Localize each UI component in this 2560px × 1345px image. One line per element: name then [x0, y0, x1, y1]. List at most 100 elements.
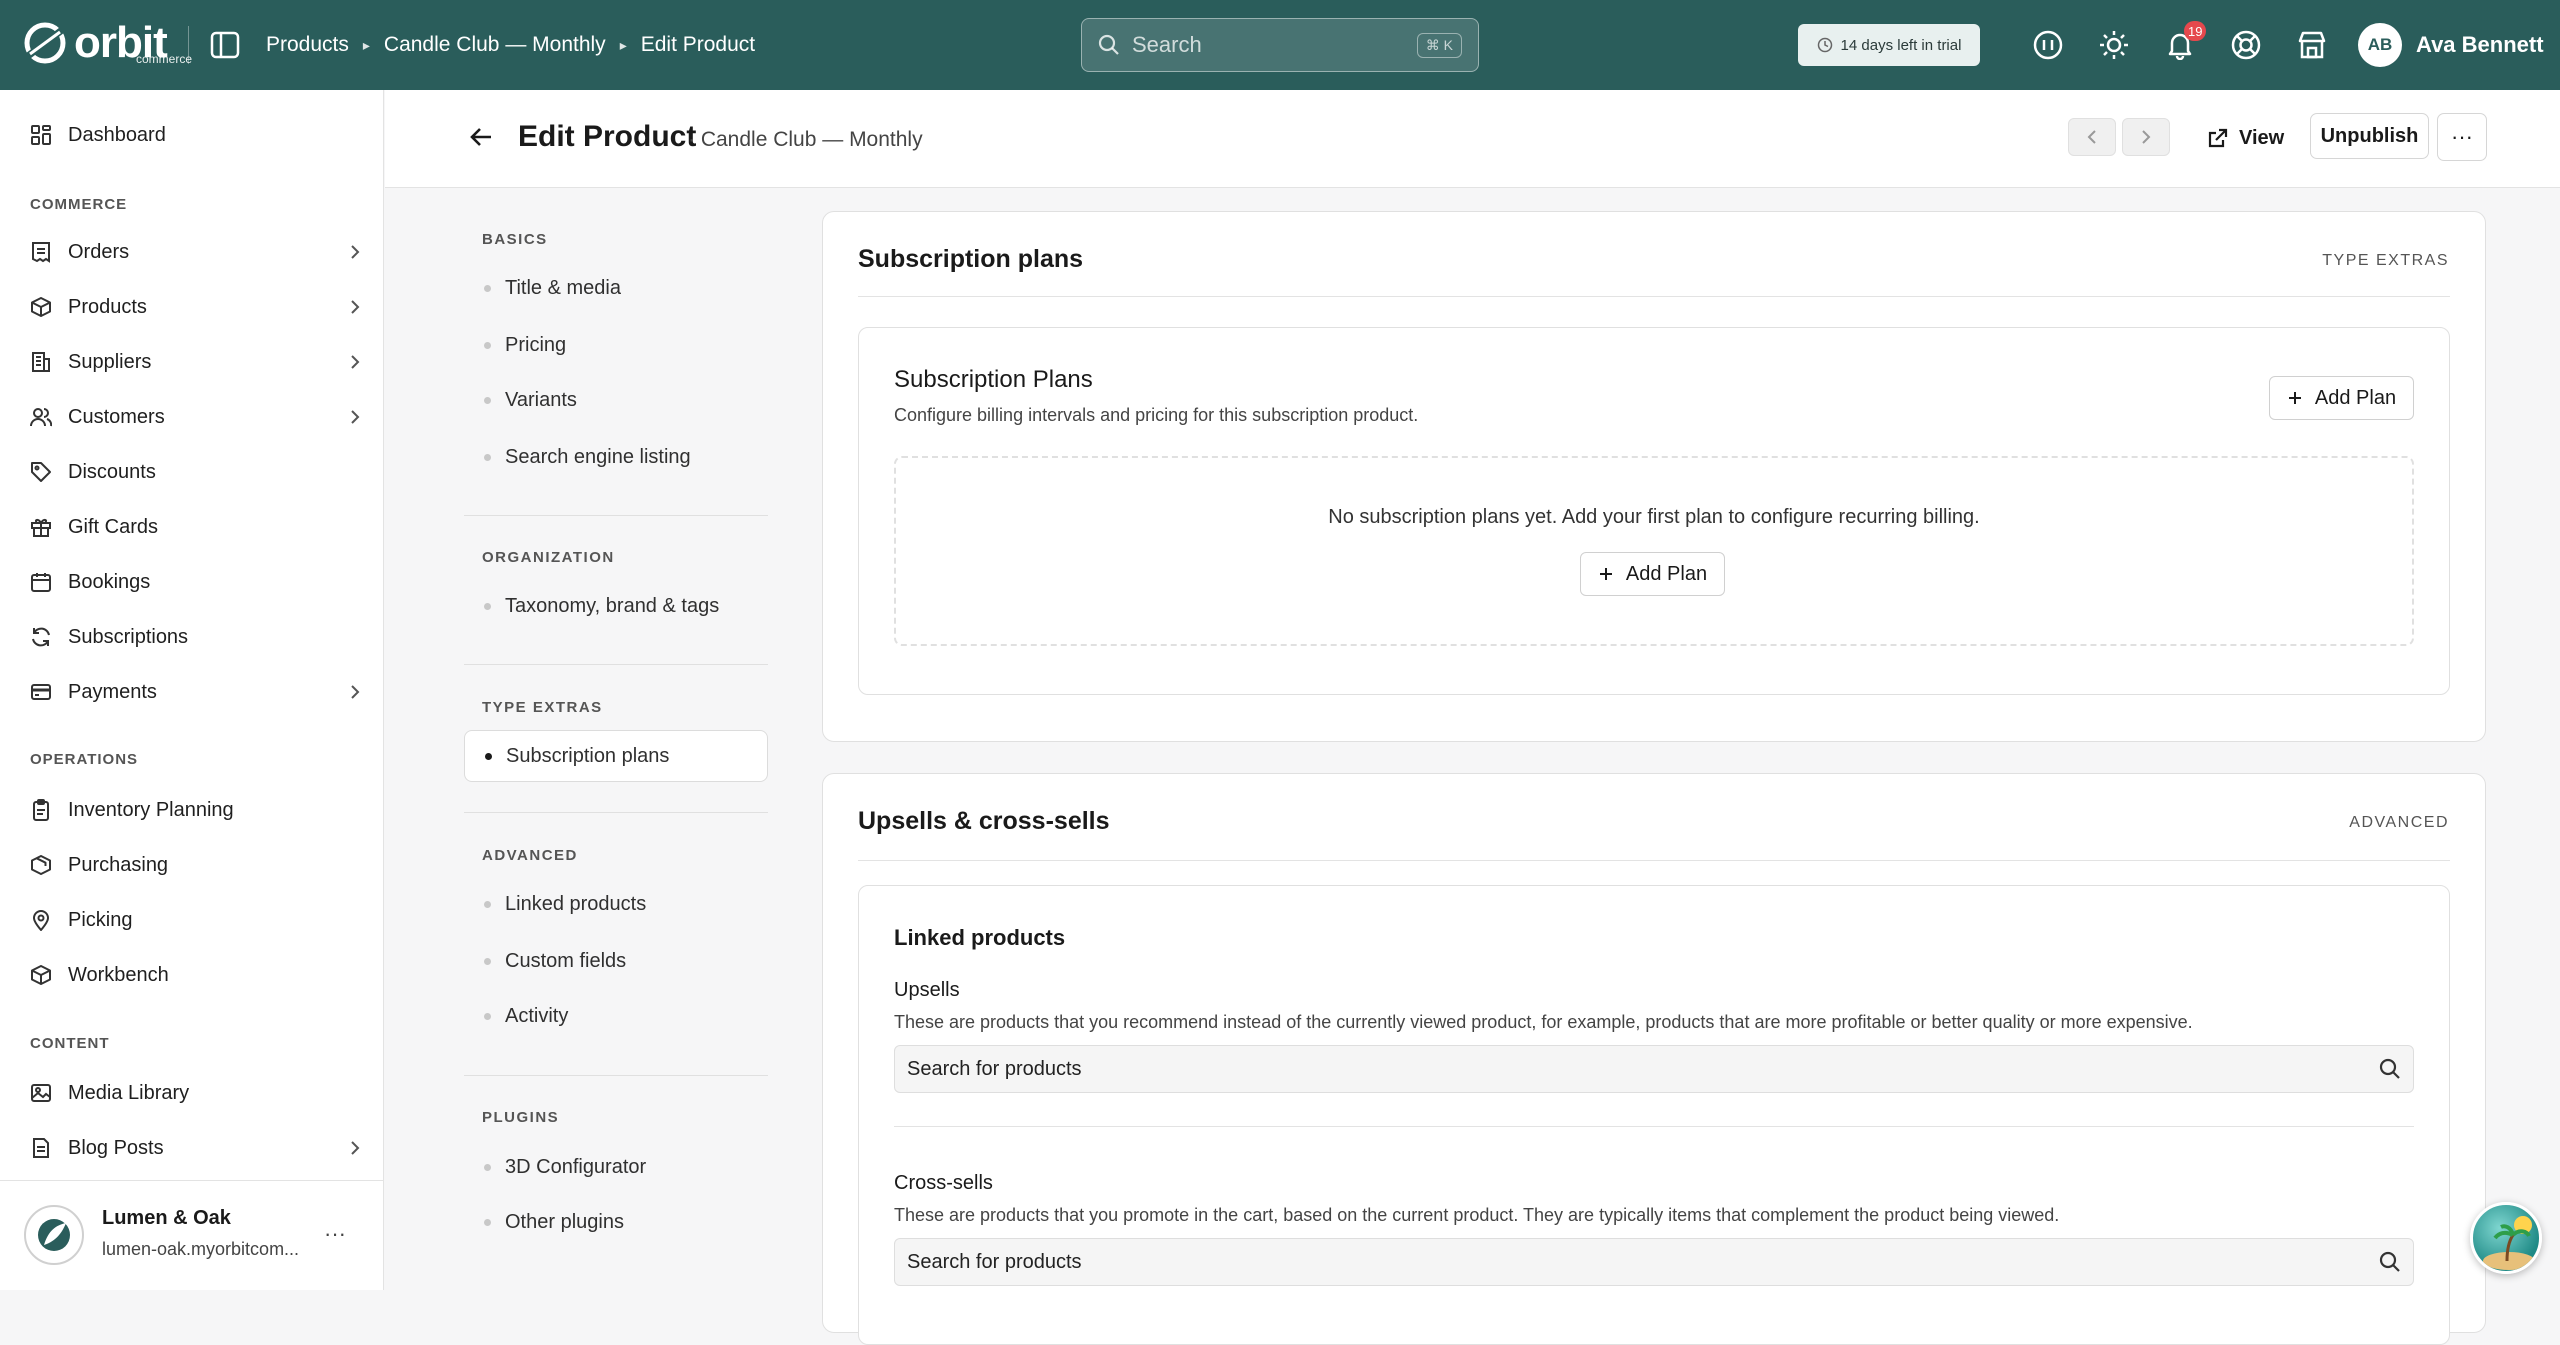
- credit-card-icon: [31, 684, 51, 700]
- secnav-item-label: Variants: [505, 388, 577, 411]
- cross-sells-search-input[interactable]: Search for products: [894, 1238, 2414, 1286]
- add-plan-button[interactable]: Add Plan: [2269, 376, 2414, 420]
- bullet-dot: [484, 341, 491, 349]
- notification-badge: 19: [2184, 21, 2207, 41]
- divider: [858, 296, 2450, 297]
- more-actions-button[interactable]: ···: [2437, 113, 2487, 161]
- chat-assistant-bubble[interactable]: [2470, 1202, 2542, 1274]
- sidebar-item-label: Suppliers: [68, 350, 152, 373]
- sidebar-item-label: Subscriptions: [68, 625, 189, 648]
- sidebar-item-purchasing[interactable]: Purchasing: [30, 845, 360, 885]
- add-first-plan-button[interactable]: Add Plan: [1580, 552, 1725, 596]
- trial-badge[interactable]: 14 days left in trial: [1798, 24, 1980, 66]
- sidebar-item-dashboard[interactable]: Dashboard: [30, 115, 360, 155]
- sidebar-item-blog-posts[interactable]: Blog Posts: [30, 1128, 360, 1168]
- view-button[interactable]: View: [2207, 118, 2284, 158]
- storefront-icon[interactable]: [2294, 27, 2330, 63]
- previous-record-button[interactable]: [2068, 118, 2116, 156]
- secnav-item-taxonomy[interactable]: Taxonomy, brand & tags: [482, 584, 768, 628]
- divider: [464, 515, 768, 516]
- sidebar-item-products[interactable]: Products: [30, 287, 360, 327]
- sidebar-item-subscriptions[interactable]: Subscriptions: [30, 617, 360, 657]
- search-icon: [2379, 1251, 2400, 1272]
- sidebar-item-bookings[interactable]: Bookings: [30, 562, 360, 602]
- sidebar-item-orders[interactable]: Orders: [30, 232, 360, 272]
- logo-subtext: commerce: [136, 52, 193, 66]
- store-name: Lumen & Oak: [102, 1207, 231, 1229]
- card-tag: ADVANCED: [2349, 814, 2449, 831]
- secnav-item-custom-fields[interactable]: Custom fields: [482, 939, 768, 983]
- page-subtitle: · Candle Club — Monthly: [688, 128, 923, 151]
- orbit-logo-icon: [24, 22, 66, 64]
- chevron-left-icon: [2087, 130, 2096, 144]
- secnav-item-3d-configurator[interactable]: 3D Configurator: [482, 1145, 768, 1189]
- global-search-input[interactable]: Search ⌘ K: [1081, 18, 1479, 72]
- divider: [894, 1126, 2414, 1127]
- store-switcher[interactable]: Lumen & Oak lumen-oak.myorbitcom... ···: [0, 1180, 384, 1290]
- secnav-group-basics: BASICS: [482, 231, 548, 248]
- sidebar-item-gift-cards[interactable]: Gift Cards: [30, 507, 360, 547]
- secnav-item-linked-products[interactable]: Linked products: [482, 882, 768, 926]
- secnav-item-pricing[interactable]: Pricing: [482, 323, 768, 367]
- secnav-group-plugins: PLUGINS: [482, 1109, 560, 1126]
- panel-description: Configure billing intervals and pricing …: [894, 405, 1419, 425]
- secnav-item-seo[interactable]: Search engine listing: [482, 435, 768, 479]
- chevron-right-icon: [350, 354, 360, 370]
- cross-sells-search-placeholder: Search for products: [907, 1250, 1082, 1273]
- sidebar-item-label: Dashboard: [68, 123, 166, 146]
- more-options-icon[interactable]: ···: [324, 1221, 346, 1247]
- sidebar-item-picking[interactable]: Picking: [30, 900, 360, 940]
- building-icon: [32, 352, 50, 372]
- bullet-dot: [484, 453, 491, 461]
- breadcrumb-product[interactable]: Candle Club — Monthly: [384, 33, 606, 57]
- panel-title: Subscription Plans: [894, 366, 1093, 393]
- package-icon: [31, 855, 51, 875]
- search-placeholder: Search: [1132, 32, 1202, 57]
- chevron-right-icon: [350, 409, 360, 425]
- chevron-right-icon: [2142, 130, 2151, 144]
- sidebar-item-suppliers[interactable]: Suppliers: [30, 342, 360, 382]
- sidebar-item-discounts[interactable]: Discounts: [30, 452, 360, 492]
- next-record-button[interactable]: [2122, 118, 2170, 156]
- empty-state: No subscription plans yet. Add your firs…: [894, 456, 2414, 646]
- secnav-item-label: Subscription plans: [506, 744, 670, 767]
- cube-icon: [31, 965, 51, 985]
- sidebar-item-customers[interactable]: Customers: [30, 397, 360, 437]
- sidebar-item-label: Blog Posts: [68, 1136, 164, 1159]
- bullet-dot: [484, 957, 491, 965]
- back-arrow-icon[interactable]: [469, 126, 493, 148]
- notifications-bell-icon[interactable]: 19: [2162, 21, 2207, 63]
- sidebar-toggle-icon[interactable]: [210, 31, 240, 59]
- secnav-item-label: Search engine listing: [505, 445, 691, 468]
- sidebar-item-inventory-planning[interactable]: Inventory Planning: [30, 790, 360, 830]
- secnav-item-label: Linked products: [505, 892, 647, 915]
- sidebar-item-label: Bookings: [68, 570, 151, 593]
- bullet-dot: [484, 1012, 491, 1020]
- sidebar-item-payments[interactable]: Payments: [30, 672, 360, 712]
- sidebar-item-label: Gift Cards: [68, 515, 159, 538]
- ai-assistant-icon[interactable]: [2030, 27, 2066, 63]
- bullet-dot: [484, 284, 491, 292]
- sidebar-section-content: CONTENT: [30, 1035, 110, 1052]
- user-name[interactable]: Ava Bennett: [2416, 32, 2544, 58]
- plus-icon: [1599, 568, 1612, 580]
- sidebar-section-operations: OPERATIONS: [30, 751, 139, 768]
- sidebar-item-media-library[interactable]: Media Library: [30, 1073, 360, 1113]
- breadcrumb-products[interactable]: Products: [266, 33, 349, 57]
- secnav-item-activity[interactable]: Activity: [482, 994, 768, 1038]
- chevron-right-icon: [350, 299, 360, 315]
- secnav-item-variants[interactable]: Variants: [482, 378, 768, 422]
- help-lifebuoy-icon[interactable]: [2228, 27, 2264, 63]
- avatar[interactable]: AB: [2358, 23, 2402, 67]
- sidebar-item-label: Payments: [68, 680, 157, 703]
- secnav-item-title-media[interactable]: Title & media: [482, 266, 768, 310]
- subscription-plans-panel: Subscription Plans Configure billing int…: [858, 327, 2450, 695]
- upsells-search-input[interactable]: Search for products: [894, 1045, 2414, 1093]
- sidebar-item-workbench[interactable]: Workbench: [30, 955, 360, 995]
- secnav-item-label: Taxonomy, brand & tags: [505, 594, 720, 617]
- unpublish-button[interactable]: Unpublish: [2310, 113, 2429, 159]
- secnav-item-subscription-plans[interactable]: Subscription plans: [464, 730, 768, 782]
- secnav-item-other-plugins[interactable]: Other plugins: [482, 1200, 768, 1244]
- trial-text: 14 days left in trial: [1840, 36, 1962, 54]
- theme-sun-icon[interactable]: [2096, 27, 2132, 63]
